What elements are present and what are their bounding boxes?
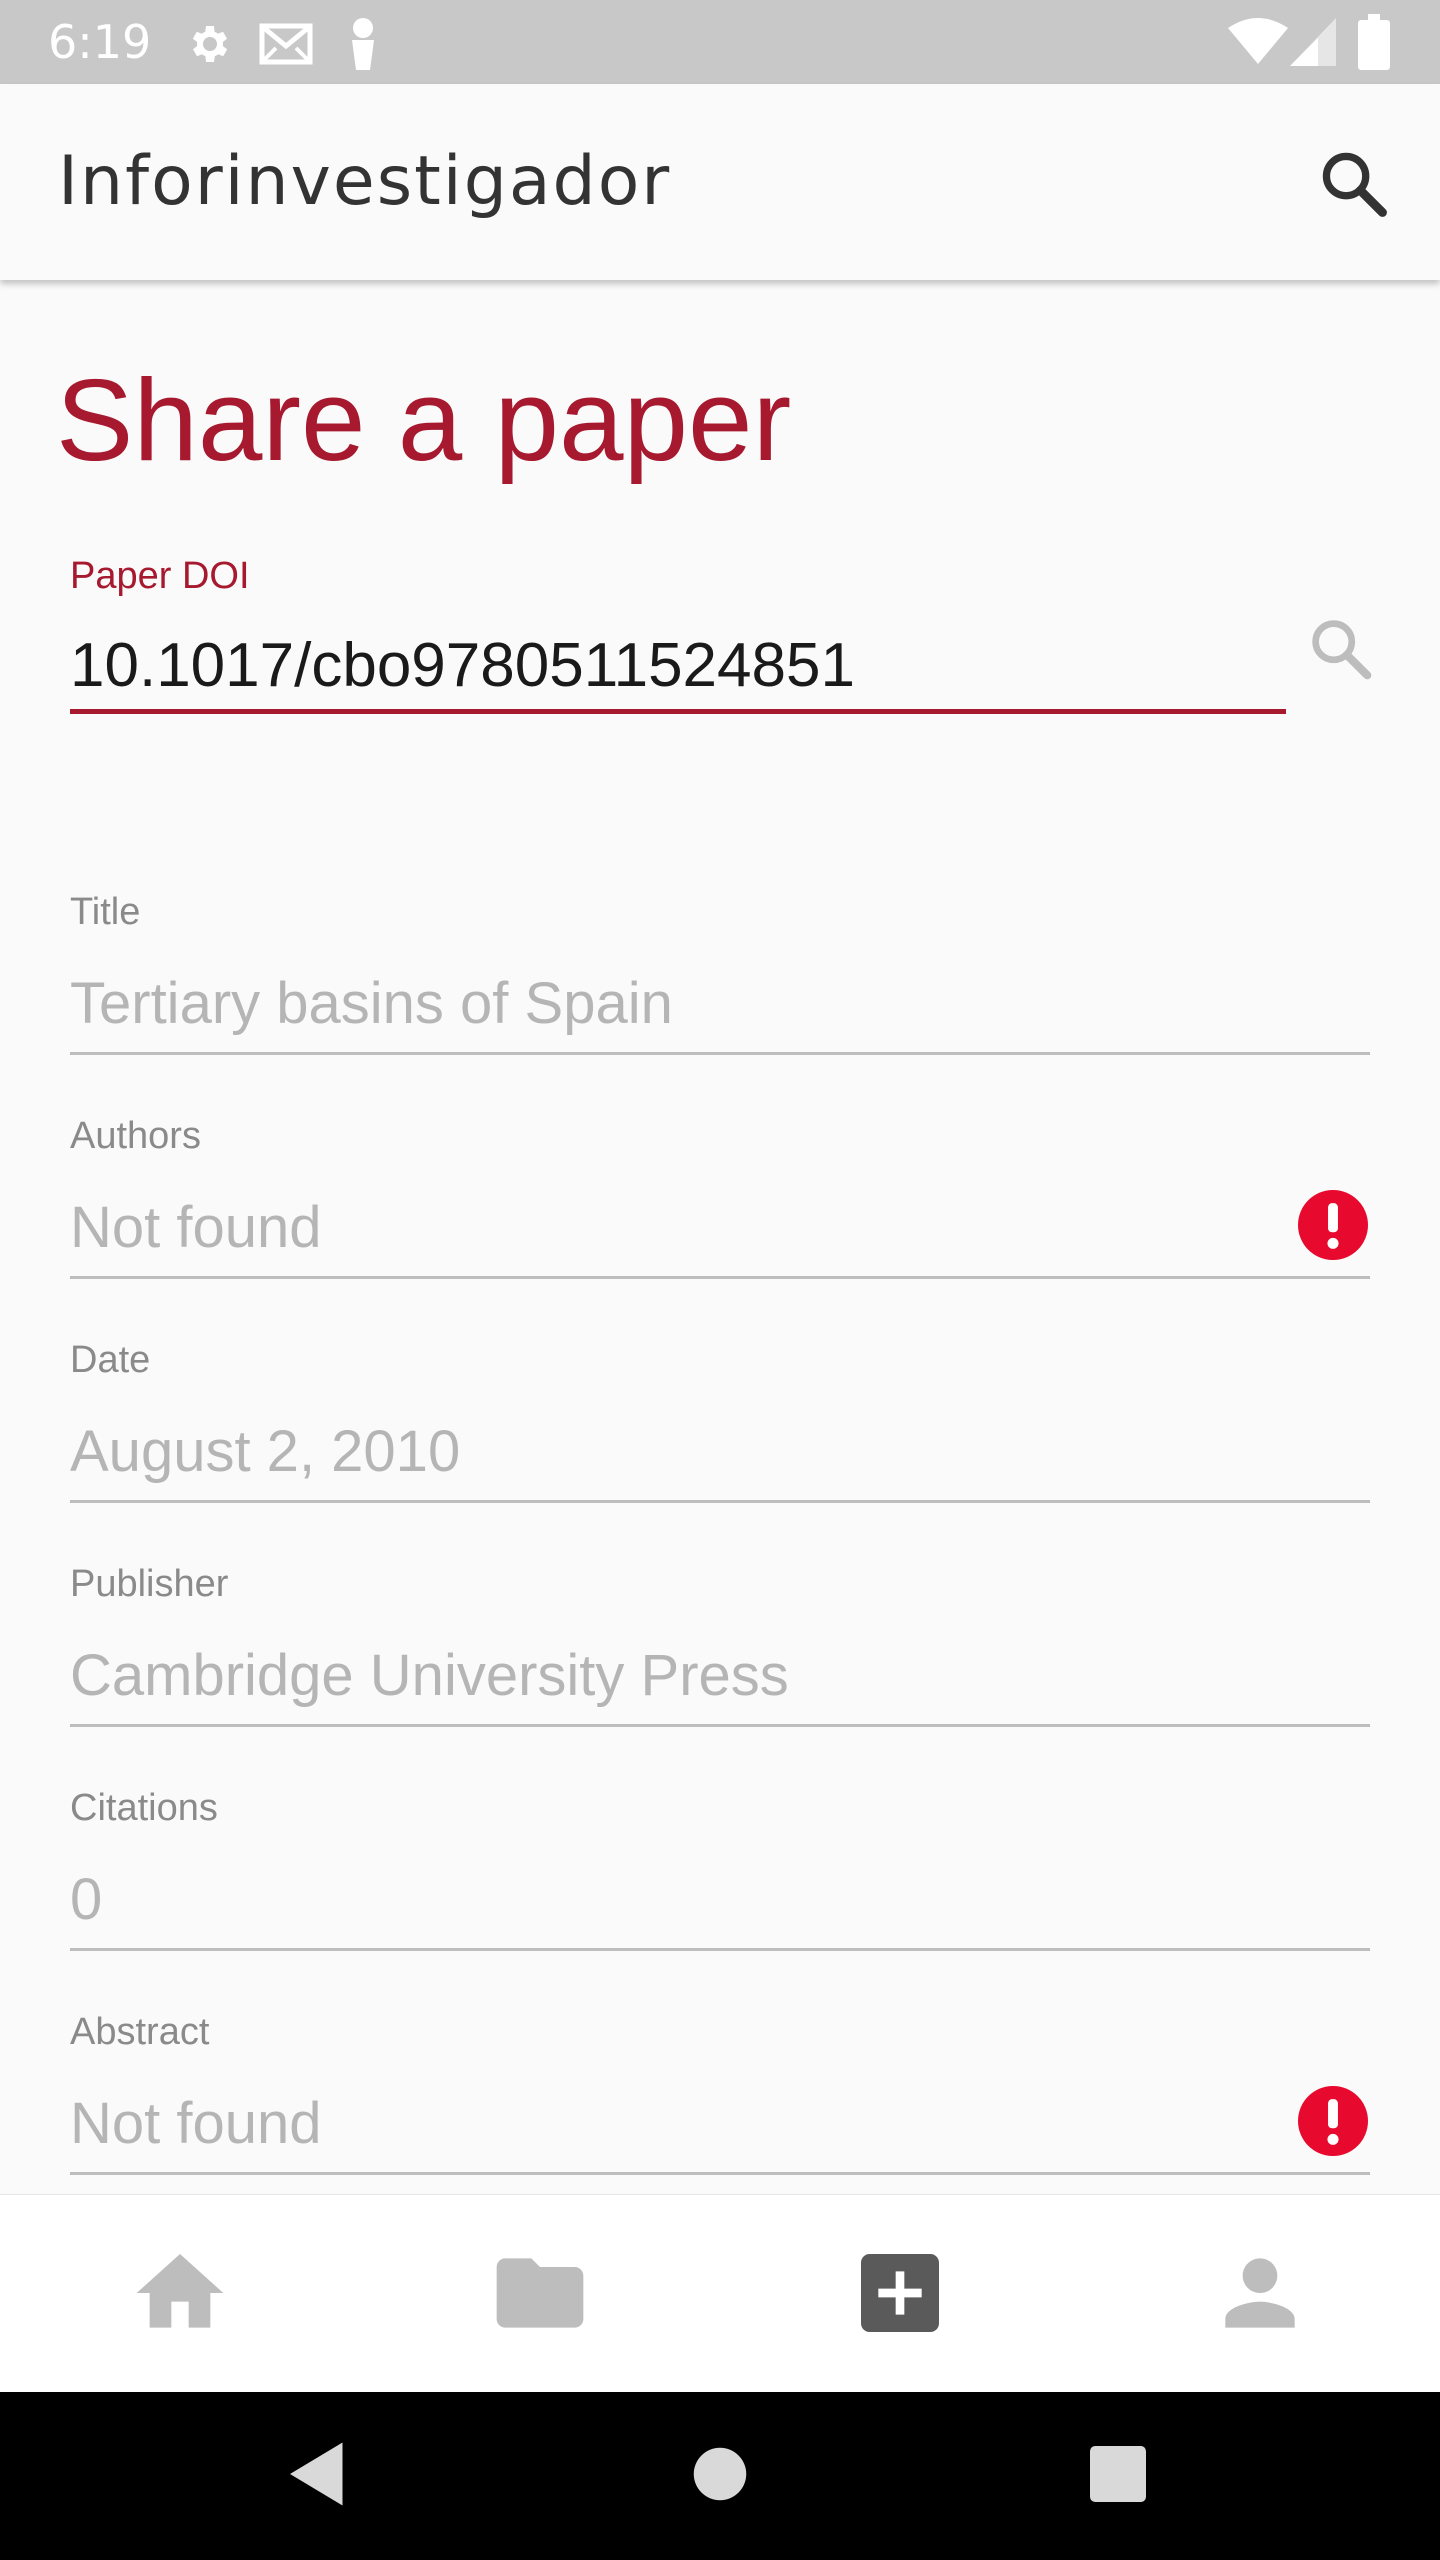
error-icon — [1298, 1190, 1368, 1260]
abstract-label: Abstract — [70, 2011, 210, 2053]
citations-label: Citations — [70, 1787, 218, 1829]
title-underline — [70, 1052, 1370, 1055]
doi-input[interactable] — [70, 622, 1286, 714]
abstract-value: Not found — [70, 2091, 322, 2156]
doi-label: Paper DOI — [70, 555, 250, 597]
status-time: 6:19 — [48, 15, 152, 69]
date-label: Date — [70, 1339, 151, 1381]
citations-underline — [70, 1948, 1370, 1951]
recents-icon[interactable] — [1076, 2432, 1160, 2516]
title-label: Title — [70, 891, 141, 933]
system-nav-bar — [0, 2392, 1440, 2560]
battery-icon — [1358, 14, 1390, 75]
authors-value: Not found — [70, 1195, 322, 1260]
add-box-icon[interactable] — [848, 2241, 952, 2345]
abstract-underline — [70, 2172, 1370, 2175]
gear-icon — [184, 20, 232, 73]
publisher-value: Cambridge University Press — [70, 1643, 789, 1708]
date-value: August 2, 2010 — [70, 1419, 461, 1484]
doi-search-icon[interactable] — [1306, 614, 1376, 684]
back-icon[interactable] — [276, 2432, 360, 2516]
publisher-underline — [70, 1724, 1370, 1727]
status-bar: 6:19 — [0, 0, 1440, 84]
search-icon[interactable] — [1316, 146, 1392, 222]
bottom-nav — [0, 2194, 1440, 2393]
person-icon — [346, 18, 380, 75]
folder-icon[interactable] — [488, 2241, 592, 2345]
home-circle-icon[interactable] — [678, 2432, 762, 2516]
app-bar: Inforinvestigador — [0, 84, 1440, 280]
page-title: Share a paper — [56, 355, 792, 485]
title-value: Tertiary basins of Spain — [70, 971, 673, 1036]
authors-label: Authors — [70, 1115, 201, 1157]
date-underline — [70, 1500, 1370, 1503]
citations-value: 0 — [70, 1867, 103, 1932]
publisher-label: Publisher — [70, 1563, 229, 1605]
signal-icon — [1290, 18, 1336, 71]
error-icon — [1298, 2086, 1368, 2156]
wifi-icon — [1228, 18, 1288, 71]
authors-underline — [70, 1276, 1370, 1279]
home-icon[interactable] — [128, 2241, 232, 2345]
app-title: Inforinvestigador — [58, 142, 672, 221]
gmail-icon — [258, 20, 314, 73]
account-icon[interactable] — [1208, 2241, 1312, 2345]
